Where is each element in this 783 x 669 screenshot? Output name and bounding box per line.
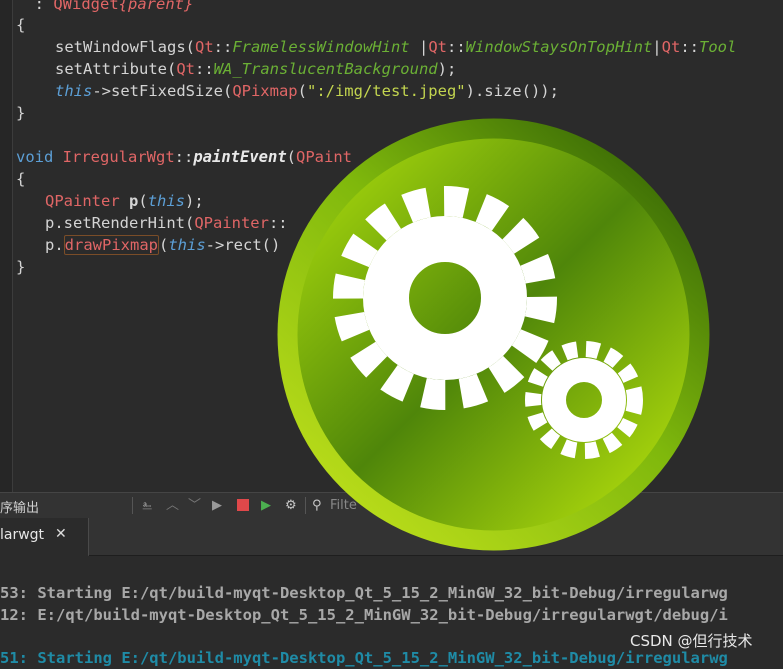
tab-label: larwgt (0, 527, 45, 543)
run-icon[interactable]: ▶ (212, 496, 222, 515)
output-line: 53: Starting E:/qt/build-myqt-Desktop_Qt… (0, 584, 728, 602)
output-line: 51: Starting E:/qt/build-myqt-Desktop_Qt… (0, 649, 728, 667)
irregular-widget-window[interactable] (277, 118, 710, 551)
code-line-11: } (16, 258, 26, 276)
highlighted-call: drawPixmap (63, 235, 159, 255)
code-line-5: } (16, 104, 26, 122)
code-line-10: p.drawPixmap(this->rect() (45, 235, 281, 255)
gutter-divider (12, 0, 13, 492)
debug-run-icon[interactable]: ▶ (261, 496, 271, 515)
code-line-7: { (16, 170, 26, 188)
chevron-up-icon[interactable]: ︿ (166, 496, 179, 515)
code-line-3: setAttribute(Qt::WA_TranslucentBackgroun… (55, 60, 457, 78)
output-pane-title: 序输出 (0, 501, 40, 516)
attach-icon[interactable]: ⎁ (142, 496, 152, 515)
code-line-9: p.setRenderHint(QPainter:: (45, 214, 288, 232)
code-line-4: this->setFixedSize(QPixmap(":/img/test.j… (55, 82, 559, 100)
tab-irregularwgt[interactable]: larwgt ✕ (0, 518, 89, 557)
stop-icon[interactable] (237, 499, 249, 511)
code-line-0: : QWidget{parent} (16, 0, 194, 13)
watermark: CSDN @但行技术 (630, 632, 753, 650)
code-line-8: QPainter p(this); (45, 192, 204, 210)
code-line-2: setWindowFlags(Qt::FramelessWindowHint |… (55, 38, 737, 56)
code-line-1: { (16, 16, 26, 34)
output-line: 12: E:/qt/build-myqt-Desktop_Qt_5_15_2_M… (0, 606, 728, 624)
toolbar-separator (132, 497, 133, 514)
close-icon[interactable]: ✕ (55, 526, 67, 542)
chevron-down-icon[interactable]: ﹀ (188, 496, 201, 515)
editor-gutter (0, 0, 12, 492)
